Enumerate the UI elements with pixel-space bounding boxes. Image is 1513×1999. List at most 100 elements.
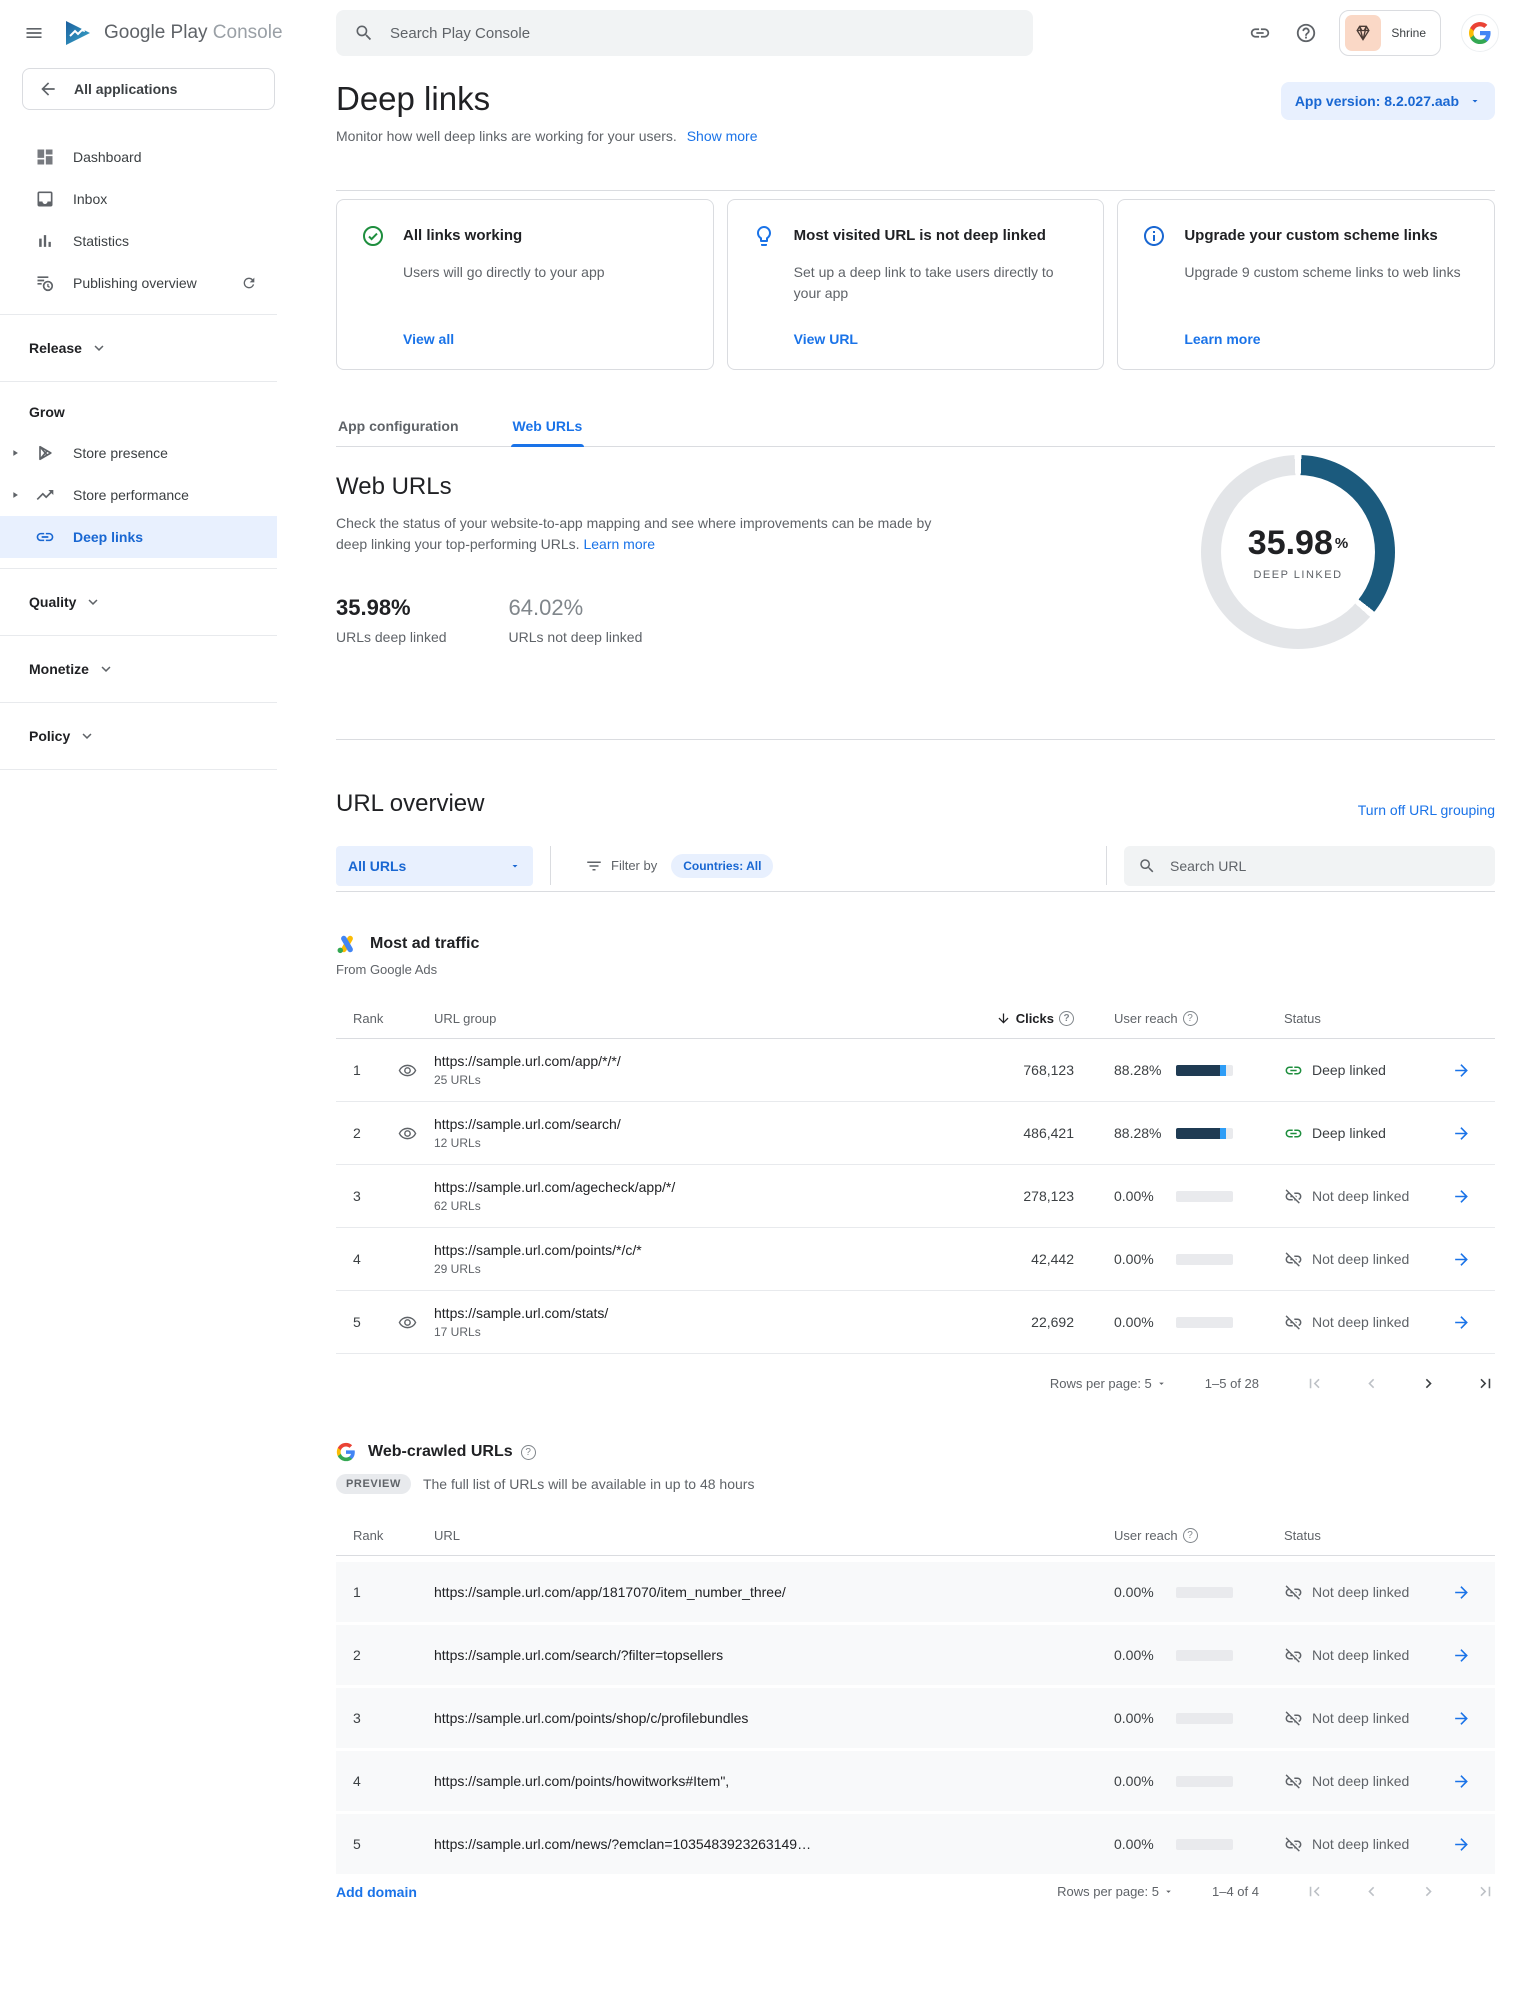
tab-app-configuration[interactable]: App configuration xyxy=(336,410,461,446)
sidebar-section-quality[interactable]: Quality xyxy=(0,579,277,625)
brand-suffix: Console xyxy=(213,22,283,43)
open-url-details-button[interactable] xyxy=(1446,1181,1476,1211)
web-crawled-table-row: 1 https://sample.url.com/app/1817070/ite… xyxy=(336,1562,1495,1622)
show-more-link[interactable]: Show more xyxy=(687,128,758,144)
user-reach-value: 0.00% xyxy=(1114,1647,1166,1663)
user-reach-bar xyxy=(1176,1191,1233,1202)
sidebar-item-label: Store performance xyxy=(73,487,189,503)
donut-unit: % xyxy=(1335,535,1348,552)
status-label: Not deep linked xyxy=(1312,1314,1409,1330)
column-clicks[interactable]: Clicks ? xyxy=(996,1011,1074,1026)
sidebar-item-label: Statistics xyxy=(73,233,129,249)
visibility-eye-icon[interactable] xyxy=(398,1313,417,1332)
visibility-eye-icon[interactable] xyxy=(398,1061,417,1080)
open-url-details-button[interactable] xyxy=(1446,1829,1476,1859)
status-label: Not deep linked xyxy=(1312,1584,1409,1600)
sidebar-item-inbox[interactable]: Inbox xyxy=(0,178,277,220)
sidebar-item-publishing-overview[interactable]: Publishing overview xyxy=(0,262,277,304)
help-circle-icon[interactable]: ? xyxy=(1059,1011,1074,1026)
sidebar-item-statistics[interactable]: Statistics xyxy=(0,220,277,262)
all-applications-button[interactable]: All applications xyxy=(22,68,275,110)
help-circle-icon[interactable]: ? xyxy=(521,1445,536,1460)
turn-off-url-grouping-link[interactable]: Turn off URL grouping xyxy=(1358,802,1495,818)
store-performance-icon xyxy=(33,483,57,507)
help-circle-icon[interactable]: ? xyxy=(1183,1011,1198,1026)
open-url-details-button[interactable] xyxy=(1446,1577,1476,1607)
open-url-details-button[interactable] xyxy=(1446,1640,1476,1670)
user-reach-bar xyxy=(1176,1128,1233,1139)
not-deep-linked-icon xyxy=(1284,1187,1303,1206)
refresh-icon[interactable] xyxy=(241,275,257,291)
app-version-dropdown[interactable]: App version: 8.2.027.aab xyxy=(1281,82,1495,120)
help-icon[interactable] xyxy=(1293,20,1319,46)
open-url-details-button[interactable] xyxy=(1446,1244,1476,1274)
app-selector[interactable]: Shrine xyxy=(1339,10,1441,56)
sidebar-section-release[interactable]: Release xyxy=(0,325,277,371)
open-url-details-button[interactable] xyxy=(1446,1118,1476,1148)
open-url-details-button[interactable] xyxy=(1446,1055,1476,1085)
url-search[interactable] xyxy=(1124,846,1495,886)
view-all-link[interactable]: View all xyxy=(403,331,454,347)
pagination-range: 1–5 of 28 xyxy=(1205,1376,1259,1391)
url-scope-dropdown[interactable]: All URLs xyxy=(336,846,533,886)
visibility-eye-icon[interactable] xyxy=(398,1124,417,1143)
back-arrow-icon xyxy=(38,79,58,99)
section-label: Monetize xyxy=(29,661,89,677)
visibility-eye-cell[interactable] xyxy=(398,1124,434,1143)
sidebar-item-dashboard[interactable]: Dashboard xyxy=(0,136,277,178)
expand-caret-icon[interactable] xyxy=(10,490,20,500)
inbox-icon xyxy=(33,187,57,211)
store-presence-icon xyxy=(33,441,57,465)
learn-more-link[interactable]: Learn more xyxy=(583,536,655,552)
url-group-cell: https://sample.url.com/search/ 12 URLs xyxy=(434,1116,814,1150)
help-circle-icon[interactable]: ? xyxy=(1183,1528,1198,1543)
countries-filter-chip[interactable]: Countries: All xyxy=(671,854,773,878)
sidebar-section-monetize[interactable]: Monetize xyxy=(0,646,277,692)
user-reach-cell: 0.00% xyxy=(1074,1836,1234,1852)
play-console-logo[interactable]: Google Play Console xyxy=(64,20,283,46)
card-body: Upgrade 9 custom scheme links to web lin… xyxy=(1184,262,1470,283)
rows-per-page-dropdown[interactable]: Rows per page: 5 xyxy=(1050,1376,1167,1391)
all-applications-label: All applications xyxy=(74,81,177,97)
rows-per-page-dropdown[interactable]: Rows per page: 5 xyxy=(1057,1884,1174,1899)
tab-web-urls[interactable]: Web URLs xyxy=(511,410,585,446)
ad-traffic-table-row: 2 https://sample.url.com/search/ 12 URLs… xyxy=(336,1102,1495,1165)
open-url-details-button[interactable] xyxy=(1446,1766,1476,1796)
user-reach-value: 0.00% xyxy=(1114,1773,1166,1789)
sidebar-item-deep-links[interactable]: Deep links xyxy=(0,516,277,558)
view-url-link[interactable]: View URL xyxy=(794,331,858,347)
rank-value: 2 xyxy=(336,1125,398,1141)
user-reach-value: 88.28% xyxy=(1114,1062,1166,1078)
hamburger-menu-icon[interactable] xyxy=(24,20,44,46)
visibility-eye-cell[interactable] xyxy=(398,1313,434,1332)
column-rank: Rank xyxy=(336,1528,434,1543)
last-page-button[interactable] xyxy=(1476,1374,1495,1393)
pagination-range: 1–4 of 4 xyxy=(1212,1884,1259,1899)
open-url-details-button[interactable] xyxy=(1446,1307,1476,1337)
learn-more-link[interactable]: Learn more xyxy=(1184,331,1260,347)
filter-by-label: Filter by xyxy=(611,858,657,873)
google-account-avatar[interactable] xyxy=(1461,14,1499,52)
page-subtitle: Monitor how well deep links are working … xyxy=(336,128,758,144)
search-input[interactable] xyxy=(388,24,1015,43)
status-label: Not deep linked xyxy=(1312,1710,1409,1726)
top-bar-left: Google Play Console xyxy=(0,20,277,46)
get-link-icon[interactable] xyxy=(1247,20,1273,46)
status-badge: Not deep linked xyxy=(1284,1646,1446,1665)
open-url-details-button[interactable] xyxy=(1446,1703,1476,1733)
sidebar-section-policy[interactable]: Policy xyxy=(0,713,277,759)
url-overview-heading: URL overview xyxy=(336,790,485,818)
url-search-input[interactable] xyxy=(1168,857,1481,875)
rank-value: 2 xyxy=(336,1647,434,1663)
rank-value: 4 xyxy=(336,1251,398,1267)
global-search[interactable] xyxy=(336,10,1033,56)
expand-caret-icon[interactable] xyxy=(10,448,20,458)
sidebar-item-store-presence[interactable]: Store presence xyxy=(0,432,277,474)
add-domain-link[interactable]: Add domain xyxy=(336,1884,417,1900)
url-group-cell: https://sample.url.com/app/*/*/ 25 URLs xyxy=(434,1053,814,1087)
visibility-eye-cell[interactable] xyxy=(398,1061,434,1080)
card-body: Set up a deep link to take users directl… xyxy=(794,262,1080,304)
card-most-visited-url: Most visited URL is not deep linked Set … xyxy=(727,199,1105,370)
next-page-button[interactable] xyxy=(1419,1374,1438,1393)
sidebar-item-store-performance[interactable]: Store performance xyxy=(0,474,277,516)
